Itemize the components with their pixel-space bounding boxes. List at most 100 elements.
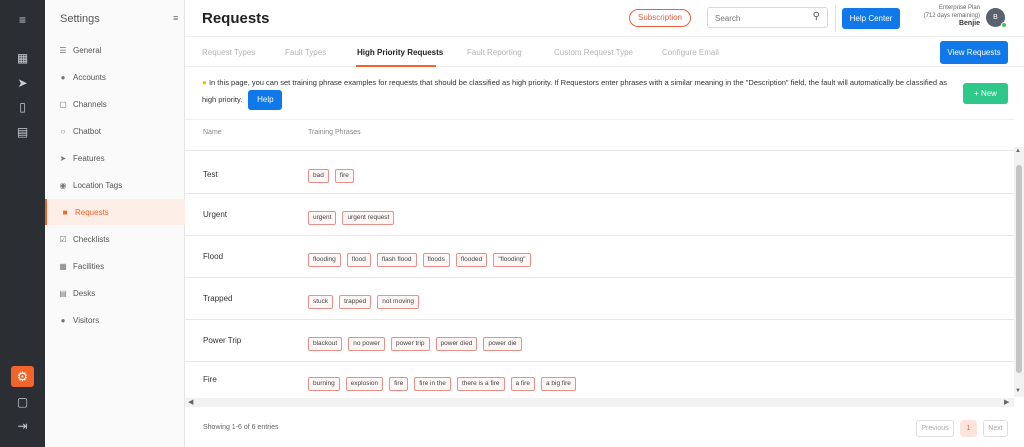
visitors-icon: ● [60, 315, 66, 325]
scroll-up-icon[interactable]: ▲ [1015, 148, 1021, 154]
request-icon: ■ [62, 207, 68, 217]
collapse-icon[interactable]: ≡ [173, 13, 178, 23]
phrase-tag[interactable]: urgent [308, 211, 337, 225]
sidebar-item-checklists[interactable]: ☑ Checklists [45, 226, 185, 252]
sidebar-item-location-tags[interactable]: ◉ Location Tags [45, 172, 185, 198]
phrase-tag[interactable]: no power [348, 337, 385, 351]
help-center-button[interactable]: Help Center [842, 8, 900, 29]
table-row: Test bad fire [185, 154, 1015, 194]
phrase-tag[interactable]: floods [422, 253, 450, 267]
tab-high-priority-requests[interactable]: High Priority Requests [357, 48, 443, 57]
phrase-tag[interactable]: not moving [377, 295, 420, 309]
table-row: Urgent urgent urgent request [185, 194, 1015, 236]
page-title: Requests [202, 10, 270, 27]
sidebar-item-label: Location Tags [73, 180, 123, 190]
table-row: Fire burning explosion fire fire in the … [185, 362, 1015, 399]
scroll-down-icon[interactable]: ▼ [1015, 388, 1021, 394]
app-root: ≡ ▦ ➤ ▯ ▤ ⚙ ▢ ⇥ Settings ≡ ☰ General ● A… [0, 0, 1024, 447]
sidebar-item-accounts[interactable]: ● Accounts [45, 64, 185, 90]
entries-summary: Showing 1-6 of 6 entries [203, 424, 279, 431]
help-button[interactable]: Help [248, 90, 283, 110]
stats-icon[interactable]: ▯ [0, 99, 45, 115]
header-divider [835, 5, 836, 32]
vertical-scrollbar[interactable]: ▲ ▼ [1014, 147, 1024, 397]
info-description: In this page, you can set training phras… [202, 78, 947, 104]
scroll-left-icon[interactable]: ◀ [188, 398, 193, 407]
new-button[interactable]: + New [963, 83, 1008, 104]
phrase-tags: blackout no power power trip power died … [308, 337, 522, 351]
tab-fault-reporting[interactable]: Fault Reporting [467, 48, 522, 57]
phrase-tag[interactable]: power die [483, 337, 522, 351]
user-name: Benjie [958, 20, 980, 27]
sidebar-item-label: Chatbot [73, 126, 102, 136]
sidebar-item-label: General [73, 45, 102, 55]
phrase-tags: flooding flood flash flood floods floode… [308, 253, 531, 267]
sidebar-item-requests[interactable]: ■ Requests [45, 199, 185, 225]
logout-icon[interactable]: ⇥ [0, 418, 45, 434]
tabs-bar: Request Types Fault Types High Priority … [185, 37, 1024, 67]
sidebar-item-facilities[interactable]: ▦ Facilities [45, 253, 185, 279]
sidebar-item-channels[interactable]: ▢ Channels [45, 91, 185, 117]
view-requests-button[interactable]: View Requests [940, 41, 1008, 64]
search-input[interactable] [708, 9, 803, 28]
phrase-tag[interactable]: fire [334, 169, 354, 183]
sidebar-item-features[interactable]: ➤ Features [45, 145, 185, 171]
next-page-button[interactable]: Next [983, 420, 1008, 437]
scroll-thumb[interactable] [1016, 165, 1022, 373]
sidebar-item-label: Facilities [73, 261, 105, 271]
tab-configure-email[interactable]: Configure Email [662, 48, 719, 57]
row-name: Trapped [203, 294, 233, 303]
phrase-tag[interactable]: explosion [345, 377, 384, 391]
phrase-tag[interactable]: there is a fire [456, 377, 505, 391]
sidebar-item-label: Features [73, 153, 105, 163]
phrase-tag[interactable]: flooding [308, 253, 341, 267]
phrase-tag[interactable]: bad [308, 169, 329, 183]
sidebar-item-general[interactable]: ☰ General [45, 37, 185, 63]
phrases-table: Name Training Phrases Test bad fire Urge… [185, 119, 1015, 399]
phrase-tag[interactable]: urgent request [342, 211, 395, 225]
chart-icon[interactable]: ▤ [0, 124, 45, 140]
search-icon[interactable]: ⚲ [813, 11, 820, 22]
current-page-button[interactable]: 1 [960, 420, 977, 437]
channels-icon: ▢ [59, 99, 67, 109]
phrase-tag[interactable]: blackout [308, 337, 343, 351]
gear-icon[interactable]: ⚙ [11, 366, 34, 387]
phrase-tag[interactable]: power trip [390, 337, 430, 351]
dashboard-icon[interactable]: ▦ [0, 50, 45, 66]
sidebar-item-chatbot[interactable]: ○ Chatbot [45, 118, 185, 144]
sidebar-item-label: Desks [73, 288, 96, 298]
sidebar-item-desks[interactable]: ▤ Desks [45, 280, 185, 306]
phrase-tag[interactable]: "flooding" [493, 253, 531, 267]
phrase-tag[interactable]: fire [389, 377, 409, 391]
location-icon: ◉ [59, 180, 67, 190]
desk-icon: ▤ [59, 288, 67, 298]
phrase-tag[interactable]: a fire [510, 377, 535, 391]
menu-icon[interactable]: ≡ [0, 12, 45, 28]
cube-icon[interactable]: ▢ [0, 394, 45, 410]
phrase-tag[interactable]: fire in the [414, 377, 451, 391]
search-box: ⚲ [707, 7, 828, 28]
horizontal-scrollbar[interactable]: ◀ ▶ [185, 398, 1014, 407]
row-name: Urgent [203, 210, 228, 219]
sidebar-item-visitors[interactable]: ● Visitors [45, 307, 185, 333]
phrase-tag[interactable]: flash flood [376, 253, 417, 267]
phrase-tag[interactable]: a big fire [540, 377, 576, 391]
phrase-tags: burning explosion fire fire in the there… [308, 377, 576, 391]
phrase-tag[interactable]: flood [346, 253, 371, 267]
scroll-right-icon[interactable]: ▶ [1004, 398, 1009, 407]
sliders-icon: ☰ [59, 45, 67, 55]
rocket-icon[interactable]: ➤ [0, 75, 45, 91]
phrase-tag[interactable]: trapped [339, 295, 372, 309]
phrase-tag[interactable]: flooded [455, 253, 488, 267]
plan-days: (712 days remaining) [923, 13, 980, 19]
subscription-button[interactable]: Subscription [629, 9, 691, 27]
tab-custom-request-type[interactable]: Custom Request Type [554, 48, 633, 57]
previous-page-button[interactable]: Previous [916, 420, 954, 437]
phrase-tag[interactable]: power died [435, 337, 478, 351]
tab-fault-types[interactable]: Fault Types [285, 48, 326, 57]
phrase-tag[interactable]: burning [308, 377, 340, 391]
table-row: Flood flooding flood flash flood floods … [185, 236, 1015, 278]
phrase-tag[interactable]: stuck [308, 295, 334, 309]
tab-request-types[interactable]: Request Types [202, 48, 255, 57]
phrase-tags: urgent urgent request [308, 211, 395, 225]
